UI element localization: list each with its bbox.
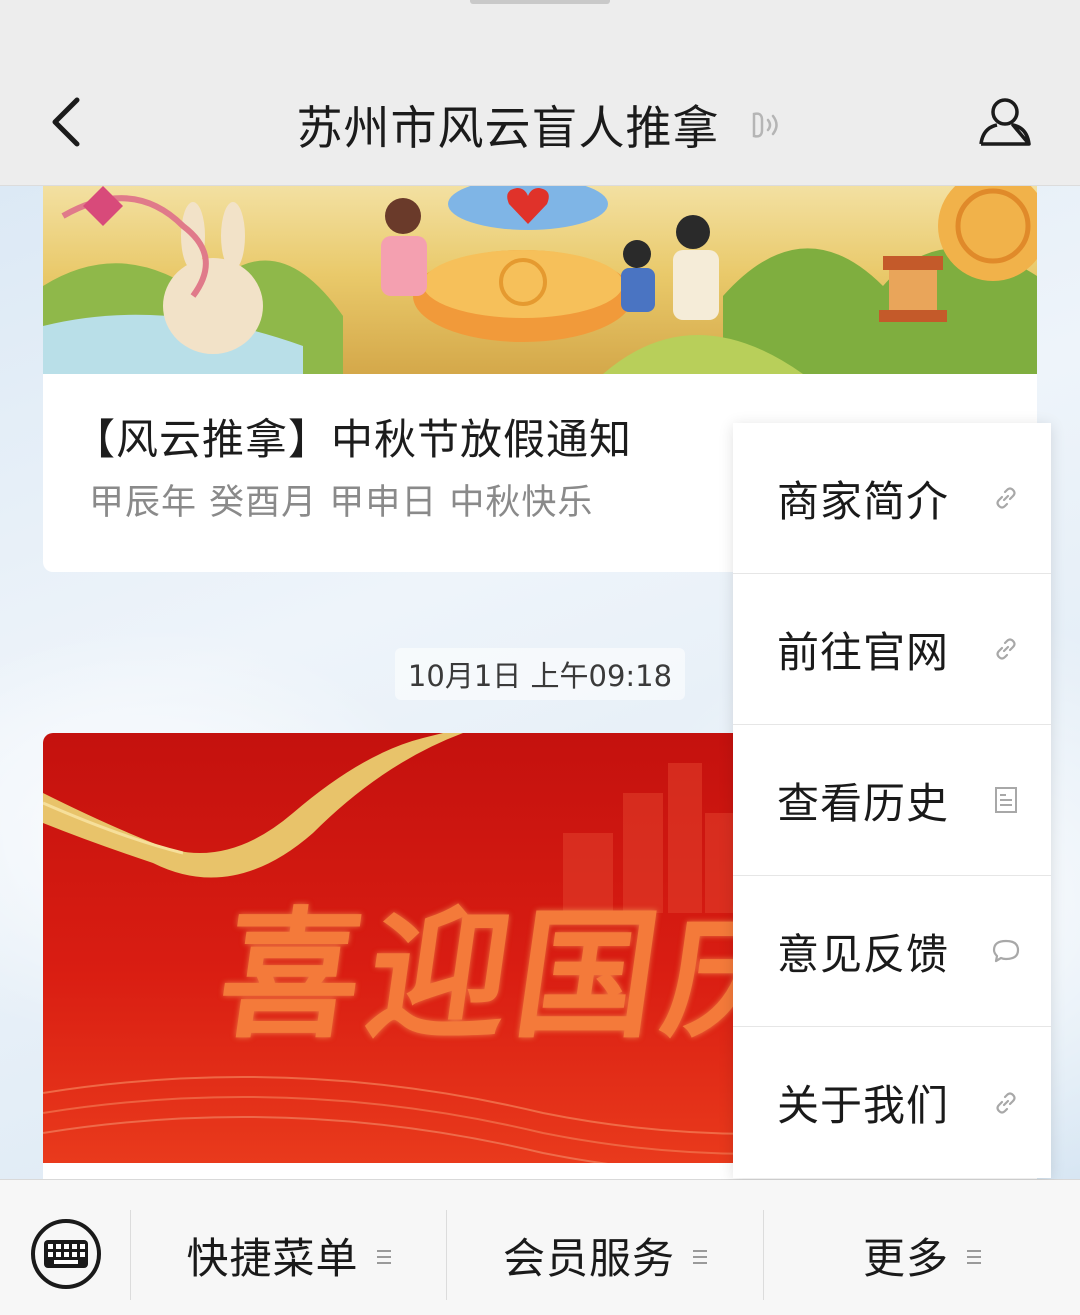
menu-lines-icon	[967, 1250, 981, 1264]
menu-item-official-site[interactable]: 前往官网	[733, 574, 1051, 725]
person-icon	[979, 98, 1031, 146]
keyboard-icon	[31, 1219, 101, 1289]
article-subtitle: 甲辰年 癸酉月 甲申日 中秋快乐	[89, 483, 594, 523]
link-icon	[991, 634, 1021, 664]
page-title: 苏州市风云盲人推拿	[296, 101, 720, 155]
drag-handle[interactable]	[470, 0, 610, 4]
bottom-menu-bar: 快捷菜单 会员服务 更多	[0, 1179, 1080, 1315]
chat-bubble-icon	[991, 936, 1021, 966]
link-icon	[991, 1088, 1021, 1118]
article-cover-image	[43, 186, 1037, 374]
page-title-row: 苏州市风云盲人推拿	[0, 92, 1080, 158]
document-icon	[991, 785, 1021, 815]
speaker-icon[interactable]	[750, 108, 784, 142]
link-icon	[991, 483, 1021, 513]
top-navigation-bar: 苏州市风云盲人推拿	[0, 0, 1080, 186]
menu-lines-icon	[693, 1250, 707, 1264]
menu-item-feedback[interactable]: 意见反馈	[733, 876, 1051, 1027]
article-title: 【风云推拿】中秋节放假通知	[73, 415, 633, 464]
quick-menu-button[interactable]: 快捷菜单	[131, 1210, 446, 1300]
menu-item-merchant-intro[interactable]: 商家简介	[733, 423, 1051, 574]
message-timestamp: 10月1日 上午09:18	[395, 648, 685, 700]
dropdown-menu: 商家简介 前往官网 查看历史 意见反馈 关于我们	[733, 423, 1051, 1178]
member-service-button[interactable]: 会员服务	[447, 1210, 763, 1300]
menu-lines-icon	[376, 1250, 391, 1264]
menu-item-about-us[interactable]: 关于我们	[733, 1027, 1051, 1178]
chat-area[interactable]: 【风云推拿】中秋节放假通知 甲辰年 癸酉月 甲申日 中秋快乐 10月1日 上午0…	[0, 186, 1080, 1180]
profile-button[interactable]	[972, 92, 1038, 152]
keyboard-toggle-button[interactable]	[28, 1216, 104, 1292]
menu-item-view-history[interactable]: 查看历史	[733, 725, 1051, 876]
more-button[interactable]: 更多	[764, 1210, 1080, 1300]
